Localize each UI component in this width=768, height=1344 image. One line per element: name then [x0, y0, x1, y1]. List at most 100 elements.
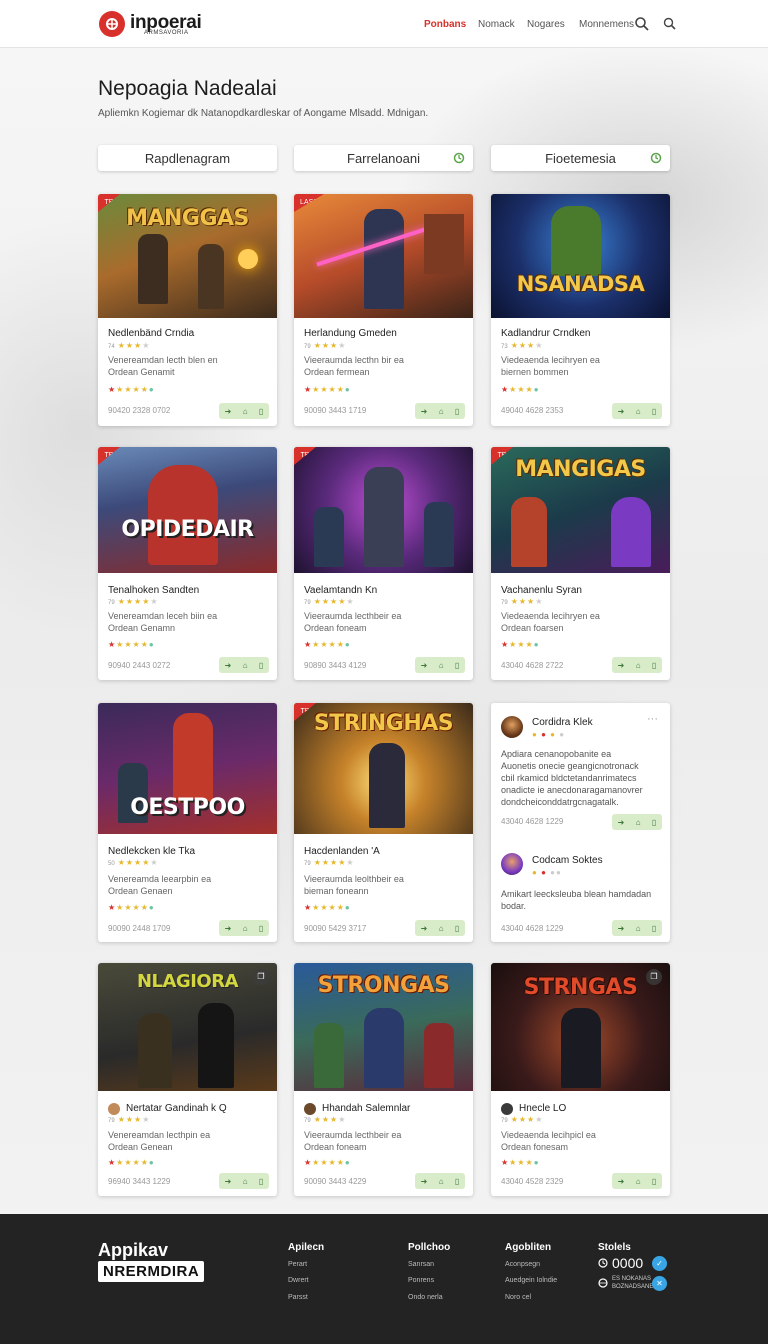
bookmark-icon[interactable]: ❐ [646, 969, 662, 985]
game-card[interactable]: OESTPOO Nedlekcken kle Tka 50 ★★★★★ Vener… [98, 703, 277, 942]
save-icon[interactable]: ▯ [455, 661, 459, 670]
review-card[interactable]: Cordidra Klek ··· ● ● ● ● Apdiara cenano… [491, 703, 670, 942]
game-card[interactable]: STRONGAS Hhandah Salemnlar 79 ★★★★ Vieera… [294, 963, 473, 1196]
share-icon[interactable]: ➜ [618, 1177, 625, 1186]
footer-link[interactable]: Noro cel [505, 1294, 531, 1301]
home-icon[interactable]: ⌂ [636, 818, 641, 827]
game-thumbnail[interactable]: MANGIGAS [491, 447, 670, 573]
card-actions[interactable]: ➜ ⌂ ▯ [415, 1173, 465, 1189]
home-icon[interactable]: ⌂ [243, 661, 248, 670]
save-icon[interactable]: ▯ [455, 1177, 459, 1186]
save-icon[interactable]: ▯ [259, 924, 263, 933]
review-actions[interactable]: ➜ ⌂ ▯ [612, 814, 662, 830]
game-thumbnail[interactable]: OPIDEDAIR [98, 447, 277, 573]
share-icon[interactable]: ➜ [618, 924, 625, 933]
save-icon[interactable]: ▯ [259, 407, 263, 416]
home-icon[interactable]: ⌂ [243, 924, 248, 933]
save-icon[interactable]: ▯ [652, 1177, 656, 1186]
filter-button-3[interactable]: Fioetemesia [491, 145, 670, 171]
card-actions[interactable]: ➜ ⌂ ▯ [415, 657, 465, 673]
share-icon[interactable]: ➜ [618, 661, 625, 670]
footer-link[interactable]: Auedgein Iolndie [505, 1277, 557, 1284]
game-card[interactable]: STRINGHAS TB Hacdenlanden 'A 79 ★★★★★ Vie… [294, 703, 473, 942]
home-icon[interactable]: ⌂ [636, 924, 641, 933]
save-icon[interactable]: ▯ [455, 407, 459, 416]
game-thumbnail[interactable]: NLAGIORA [98, 963, 277, 1091]
tools-icon[interactable]: ✕ [652, 1276, 667, 1291]
home-icon[interactable]: ⌂ [439, 1177, 444, 1186]
reviewer-name[interactable]: Codcam Soktes [532, 855, 603, 866]
game-card[interactable]: MANGIGAS TB Vachanenlu Syran 79 ★★★★ Vied… [491, 447, 670, 680]
footer-link[interactable]: Ponrens [408, 1277, 434, 1284]
save-icon[interactable]: ▯ [455, 924, 459, 933]
game-thumbnail[interactable]: OESTPOO [98, 703, 277, 834]
card-actions[interactable]: ➜ ⌂ ▯ [219, 1173, 269, 1189]
game-title[interactable]: Vaelamtandn Kn [304, 585, 377, 596]
game-card[interactable]: NLAGIORA ❐ Nertatar Gandinah k Q 79 ★★★★ … [98, 963, 277, 1196]
game-card[interactable]: NSANADSA Kadlandrur Crndken 73 ★★★★ Viede… [491, 194, 670, 426]
filter-button-2[interactable]: Farrelanoani [294, 145, 473, 171]
share-icon[interactable]: ➜ [421, 661, 428, 670]
game-title[interactable]: Hhandah Salemnlar [322, 1103, 410, 1114]
game-title[interactable]: Herlandung Gmeden [304, 328, 397, 339]
save-icon[interactable]: ▯ [259, 661, 263, 670]
footer-link[interactable]: Aconpsegn [505, 1261, 540, 1268]
game-thumbnail[interactable] [294, 194, 473, 318]
game-card[interactable]: TB Vaelamtandn Kn 79 ★★★★★ Vieeraumda lec… [294, 447, 473, 680]
game-thumbnail[interactable]: MANGGAS [98, 194, 277, 318]
game-title[interactable]: Vachanenlu Syran [501, 585, 582, 596]
game-card[interactable]: STRNGAS ❐ Hnecle LO 79 ★★★★ Viedeaenda le… [491, 963, 670, 1196]
footer-link[interactable]: Sanrsan [408, 1261, 434, 1268]
card-actions[interactable]: ➜ ⌂ ▯ [219, 403, 269, 419]
game-thumbnail[interactable]: STRONGAS [294, 963, 473, 1091]
share-icon[interactable]: ➜ [225, 1177, 232, 1186]
game-thumbnail[interactable]: STRINGHAS [294, 703, 473, 834]
home-icon[interactable]: ⌂ [439, 924, 444, 933]
logo-icon[interactable] [99, 11, 125, 37]
game-title[interactable]: Nertatar Gandinah k Q [126, 1103, 227, 1114]
avatar[interactable] [501, 853, 523, 875]
footer-brand-badge[interactable]: NRERMDIRA [98, 1261, 205, 1282]
game-thumbnail[interactable]: NSANADSA [491, 194, 670, 318]
home-icon[interactable]: ⌂ [243, 407, 248, 416]
nav-item-nogares[interactable]: Nogares [527, 19, 565, 30]
footer-brand[interactable]: Appikav [98, 1240, 168, 1261]
home-icon[interactable]: ⌂ [636, 661, 641, 670]
game-title[interactable]: Nedlekcken kle Tka [108, 846, 195, 857]
save-icon[interactable]: ▯ [652, 924, 656, 933]
home-icon[interactable]: ⌂ [243, 1177, 248, 1186]
card-actions[interactable]: ➜ ⌂ ▯ [219, 657, 269, 673]
game-card[interactable]: MANGGAS TB Nedlenbänd Crndia 74 ★★★★ Vene… [98, 194, 277, 426]
home-icon[interactable]: ⌂ [636, 1177, 641, 1186]
share-icon[interactable]: ➜ [421, 924, 428, 933]
share-icon[interactable]: ➜ [225, 924, 232, 933]
home-icon[interactable]: ⌂ [636, 407, 641, 416]
card-actions[interactable]: ➜ ⌂ ▯ [415, 403, 465, 419]
bookmark-icon[interactable]: ❐ [253, 969, 269, 985]
filter-button-1[interactable]: Rapdlenagram [98, 145, 277, 171]
share-icon[interactable]: ➜ [225, 661, 232, 670]
nav-item-nomack[interactable]: Nomack [478, 19, 515, 30]
footer-link[interactable]: Ondo nerla [408, 1294, 443, 1301]
share-icon[interactable]: ➜ [421, 1177, 428, 1186]
game-title[interactable]: Hnecle LO [519, 1103, 566, 1114]
more-options-icon[interactable]: ··· [647, 713, 658, 725]
share-icon[interactable]: ➜ [421, 407, 428, 416]
nav-item-monnemens[interactable]: Monnemens [579, 19, 634, 30]
card-actions[interactable]: ➜ ⌂ ▯ [612, 403, 662, 419]
avatar[interactable] [501, 716, 523, 738]
save-icon[interactable]: ▯ [259, 1177, 263, 1186]
home-icon[interactable]: ⌂ [439, 407, 444, 416]
save-icon[interactable]: ▯ [652, 818, 656, 827]
card-actions[interactable]: ➜ ⌂ ▯ [415, 920, 465, 936]
game-title[interactable]: Hacdenlanden 'A [304, 846, 380, 857]
card-actions[interactable]: ➜ ⌂ ▯ [612, 1173, 662, 1189]
share-icon[interactable]: ➜ [618, 407, 625, 416]
game-card[interactable]: OPIDEDAIR TB Tenalhoken Sandten 79 ★★★★★ … [98, 447, 277, 680]
save-icon[interactable]: ▯ [652, 407, 656, 416]
share-icon[interactable]: ➜ [225, 407, 232, 416]
game-card[interactable]: LASS Herlandung Gmeden 79 ★★★★ Vieeraumda… [294, 194, 473, 426]
reviewer-name[interactable]: Cordidra Klek [532, 717, 593, 728]
card-actions[interactable]: ➜ ⌂ ▯ [612, 657, 662, 673]
search-icon-secondary[interactable] [662, 16, 678, 32]
